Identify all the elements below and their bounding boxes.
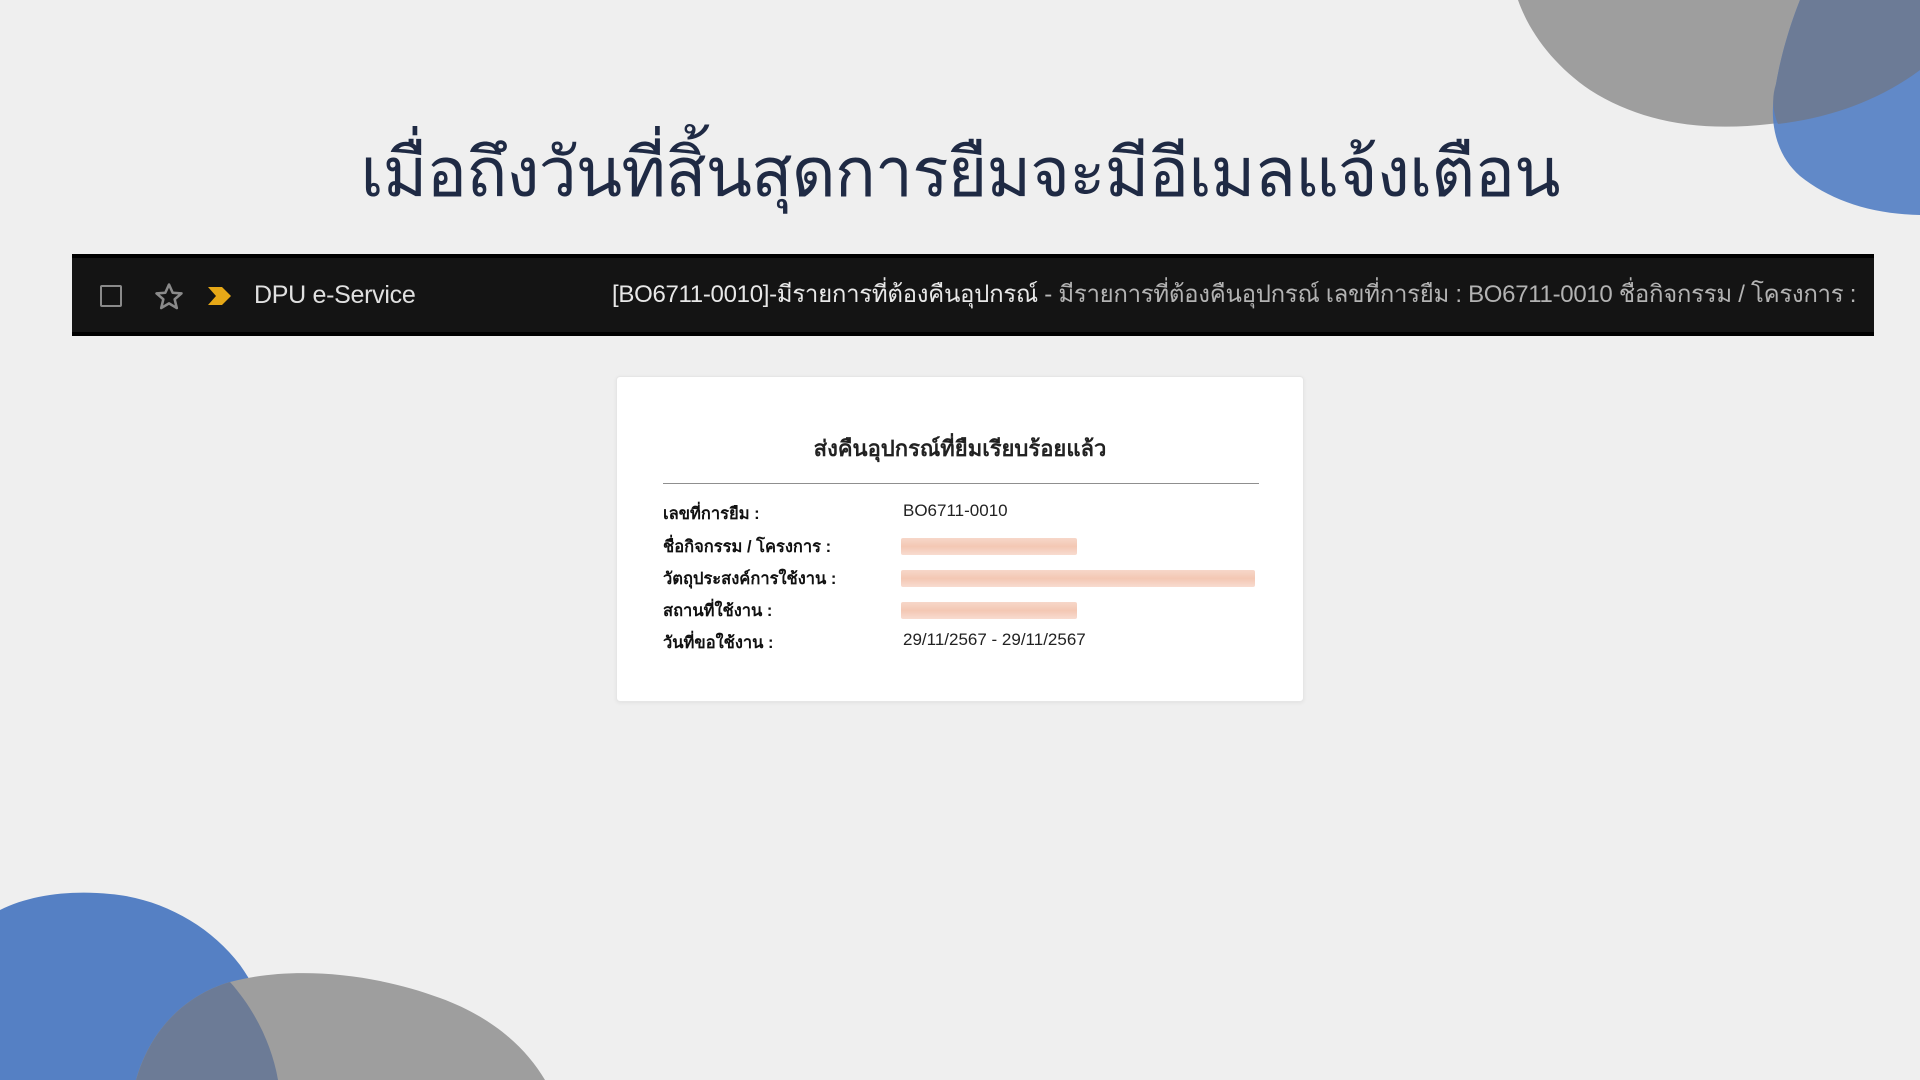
detail-row-location: สถานที่ใช้งาน :: [663, 598, 1259, 622]
detail-value: 29/11/2567 - 29/11/2567: [903, 630, 1086, 649]
detail-row-activity: ชื่อกิจกรรม / โครงการ :: [663, 534, 1259, 558]
email-subject-line: [BO6711-0010]-มีรายการที่ต้องคืนอุปกรณ์ …: [612, 258, 1856, 332]
checkbox-icon[interactable]: [100, 285, 122, 307]
detail-label: วัตถุประสงค์การใช้งาน :: [663, 570, 837, 588]
redacted-value: [901, 538, 1077, 555]
email-title: ส่งคืนอุปกรณ์ที่ยืมเรียบร้อยแล้ว: [813, 436, 1107, 461]
slide-headline: เมื่อถึงวันที่สิ้นสุดการยืมจะมีอีเมลแจ้ง…: [360, 134, 1560, 213]
redacted-value: [901, 602, 1077, 619]
detail-label: วันที่ขอใช้งาน :: [663, 634, 774, 652]
detail-value: BO6711-0010: [903, 501, 1008, 520]
star-outline-icon[interactable]: [152, 280, 186, 314]
email-body-card: ส่งคืนอุปกรณ์ที่ยืมเรียบร้อยแล้ว เลขที่ก…: [616, 376, 1304, 702]
email-sender: DPU e-Service: [254, 281, 416, 309]
detail-row-purpose: วัตถุประสงค์การใช้งาน :: [663, 566, 1259, 590]
blob-bottom-left-gray: [136, 973, 545, 1080]
blob-bottom-left-overlap: [136, 982, 278, 1080]
blob-top-right-gray: [1518, 0, 1920, 127]
detail-label: เลขที่การยืม :: [663, 505, 760, 523]
email-subject: [BO6711-0010]-มีรายการที่ต้องคืนอุปกรณ์: [612, 281, 1038, 308]
inbox-email-row[interactable]: DPU e-Service [BO6711-0010]-มีรายการที่ต…: [72, 254, 1874, 336]
detail-label: ชื่อกิจกรรม / โครงการ :: [663, 538, 832, 556]
detail-row-date: วันที่ขอใช้งาน : 29/11/2567 - 29/11/2567: [663, 630, 1259, 654]
redacted-value: [901, 570, 1255, 587]
blob-bottom-left-blue: [0, 892, 278, 1080]
title-divider: [663, 483, 1259, 484]
subject-separator: -: [1037, 281, 1059, 308]
blob-top-right-overlap: [1773, 0, 1920, 124]
detail-row-loan-number: เลขที่การยืม : BO6711-0010: [663, 501, 1259, 525]
email-snippet: มีรายการที่ต้องคืนอุปกรณ์ เลขที่การยืม :…: [1058, 281, 1857, 308]
importance-marker-icon[interactable]: [206, 284, 234, 308]
detail-label: สถานที่ใช้งาน :: [663, 602, 773, 620]
